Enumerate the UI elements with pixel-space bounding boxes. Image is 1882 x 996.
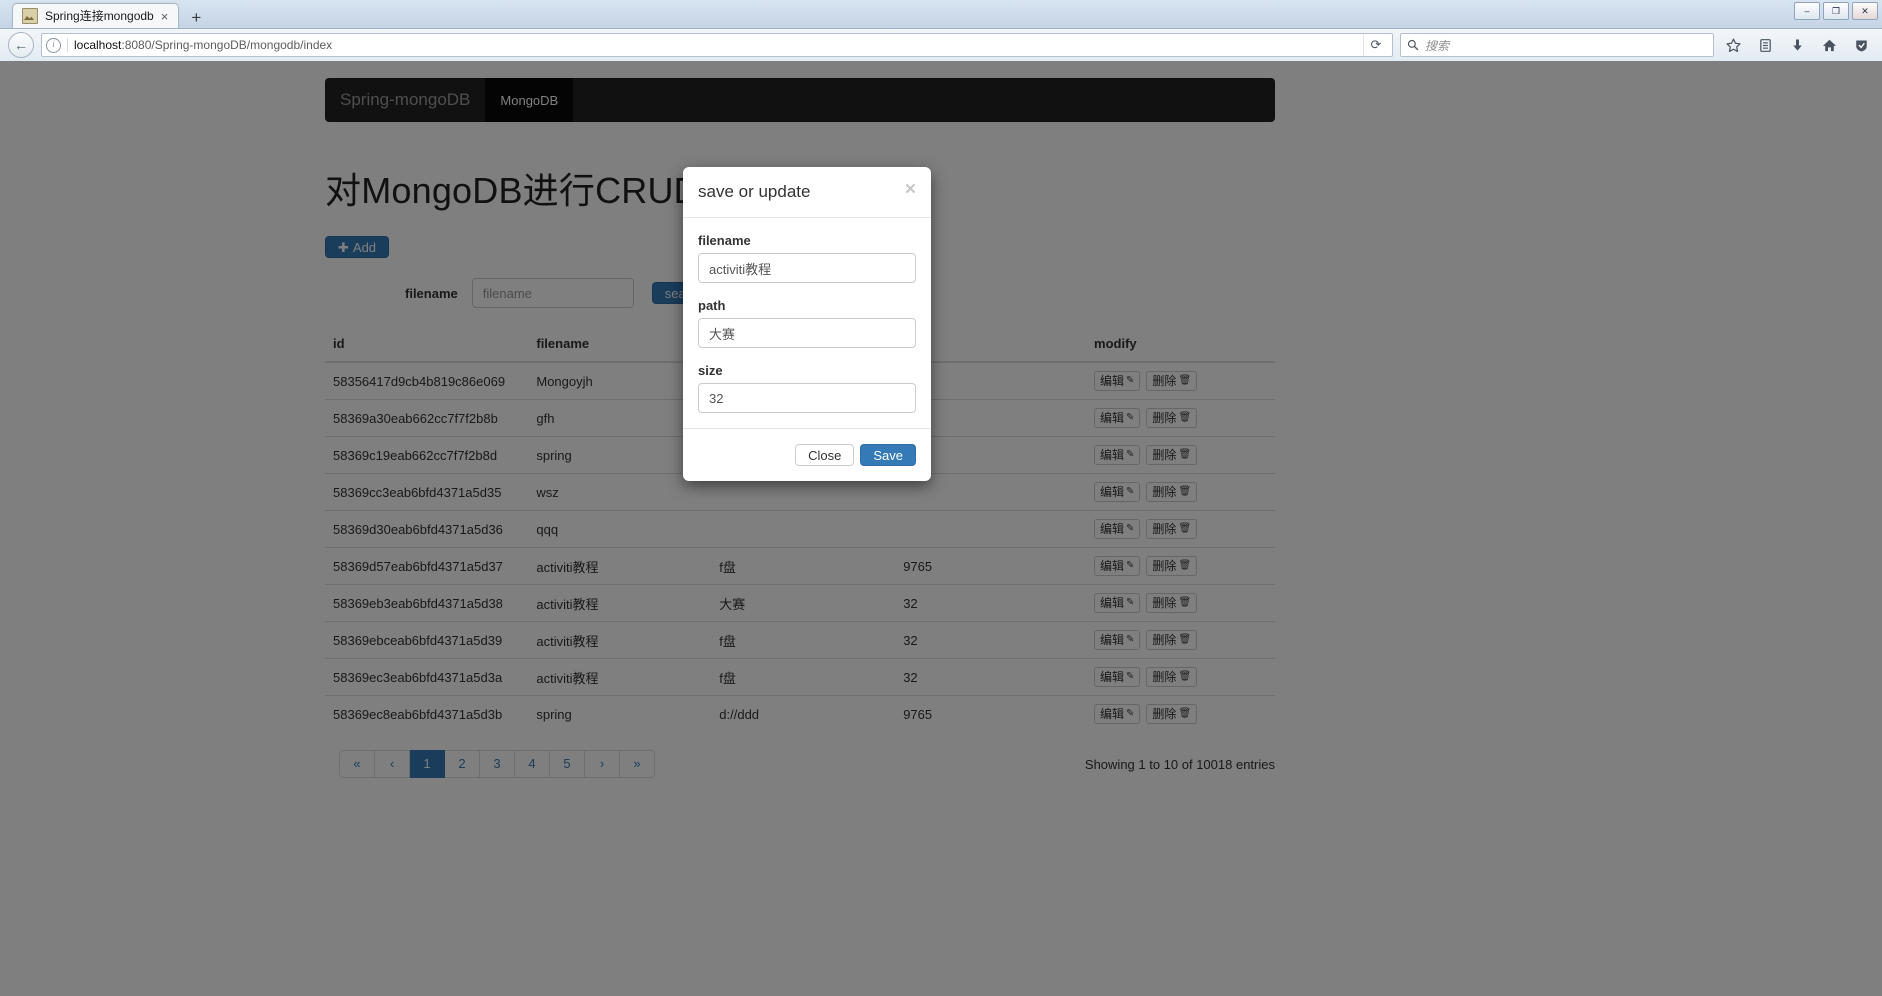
modal-footer: Close Save [683, 428, 931, 481]
modal-close-button[interactable]: Close [795, 444, 855, 466]
back-icon[interactable]: ← [8, 32, 34, 58]
modal-field-input[interactable] [698, 318, 916, 348]
new-tab-button[interactable]: + [183, 6, 209, 28]
modal-header: save or update × [683, 167, 931, 218]
close-icon[interactable]: × [161, 10, 169, 23]
info-icon[interactable]: i [46, 37, 61, 53]
url-text: localhost:8080/Spring-mongoDB/mongodb/in… [74, 38, 332, 52]
modal-backdrop[interactable] [0, 61, 1882, 996]
browser-tab[interactable]: Spring连接mongodb × [12, 3, 180, 28]
tab-title: Spring连接mongodb [45, 9, 154, 23]
modal-field-input[interactable] [698, 383, 916, 413]
browser-titlebar: Spring连接mongodb × + – ❐ ✕ [0, 0, 1882, 29]
minimize-icon[interactable]: – [1794, 2, 1820, 20]
window-controls: – ❐ ✕ [1794, 2, 1878, 20]
modal-field: size [698, 363, 916, 413]
reading-list-icon[interactable] [1753, 33, 1778, 57]
window-close-icon[interactable]: ✕ [1852, 2, 1878, 20]
modal-close-icon[interactable]: × [905, 180, 916, 199]
image-favicon [22, 8, 38, 24]
modal-save-button[interactable]: Save [860, 444, 916, 466]
modal-field-label: filename [698, 233, 751, 248]
home-icon[interactable] [1817, 33, 1842, 57]
browser-search-box[interactable]: 搜索 [1400, 33, 1714, 57]
tab-strip: Spring连接mongodb × + [0, 0, 209, 28]
url-host: localhost [74, 38, 122, 52]
shield-icon[interactable] [1849, 33, 1874, 57]
browser-window: Spring连接mongodb × + – ❐ ✕ ← i localhost:… [0, 0, 1882, 996]
modal-field: path [698, 298, 916, 348]
modal-field: filename [698, 233, 916, 283]
browser-toolbar: ← i localhost:8080/Spring-mongoDB/mongod… [0, 29, 1882, 62]
page-viewport: Spring-mongoDB MongoDB 对MongoDB进行CRUD ✚A… [0, 61, 1882, 996]
save-or-update-modal: save or update × filename path size Close … [683, 167, 931, 481]
modal-field-input[interactable] [698, 253, 916, 283]
url-path: :8080/Spring-mongoDB/mongodb/index [121, 38, 333, 52]
modal-title: save or update [698, 182, 811, 201]
divider [67, 38, 68, 52]
modal-field-label: path [698, 298, 726, 313]
maximize-icon[interactable]: ❐ [1823, 2, 1849, 20]
search-icon [1407, 39, 1419, 51]
reload-icon[interactable]: ⟳ [1363, 34, 1388, 56]
modal-field-label: size [698, 363, 723, 378]
download-icon[interactable] [1785, 33, 1810, 57]
modal-body: filename path size [683, 218, 931, 428]
address-bar[interactable]: i localhost:8080/Spring-mongoDB/mongodb/… [41, 33, 1393, 57]
browser-search-placeholder: 搜索 [1425, 38, 1450, 53]
star-icon[interactable] [1721, 33, 1746, 57]
